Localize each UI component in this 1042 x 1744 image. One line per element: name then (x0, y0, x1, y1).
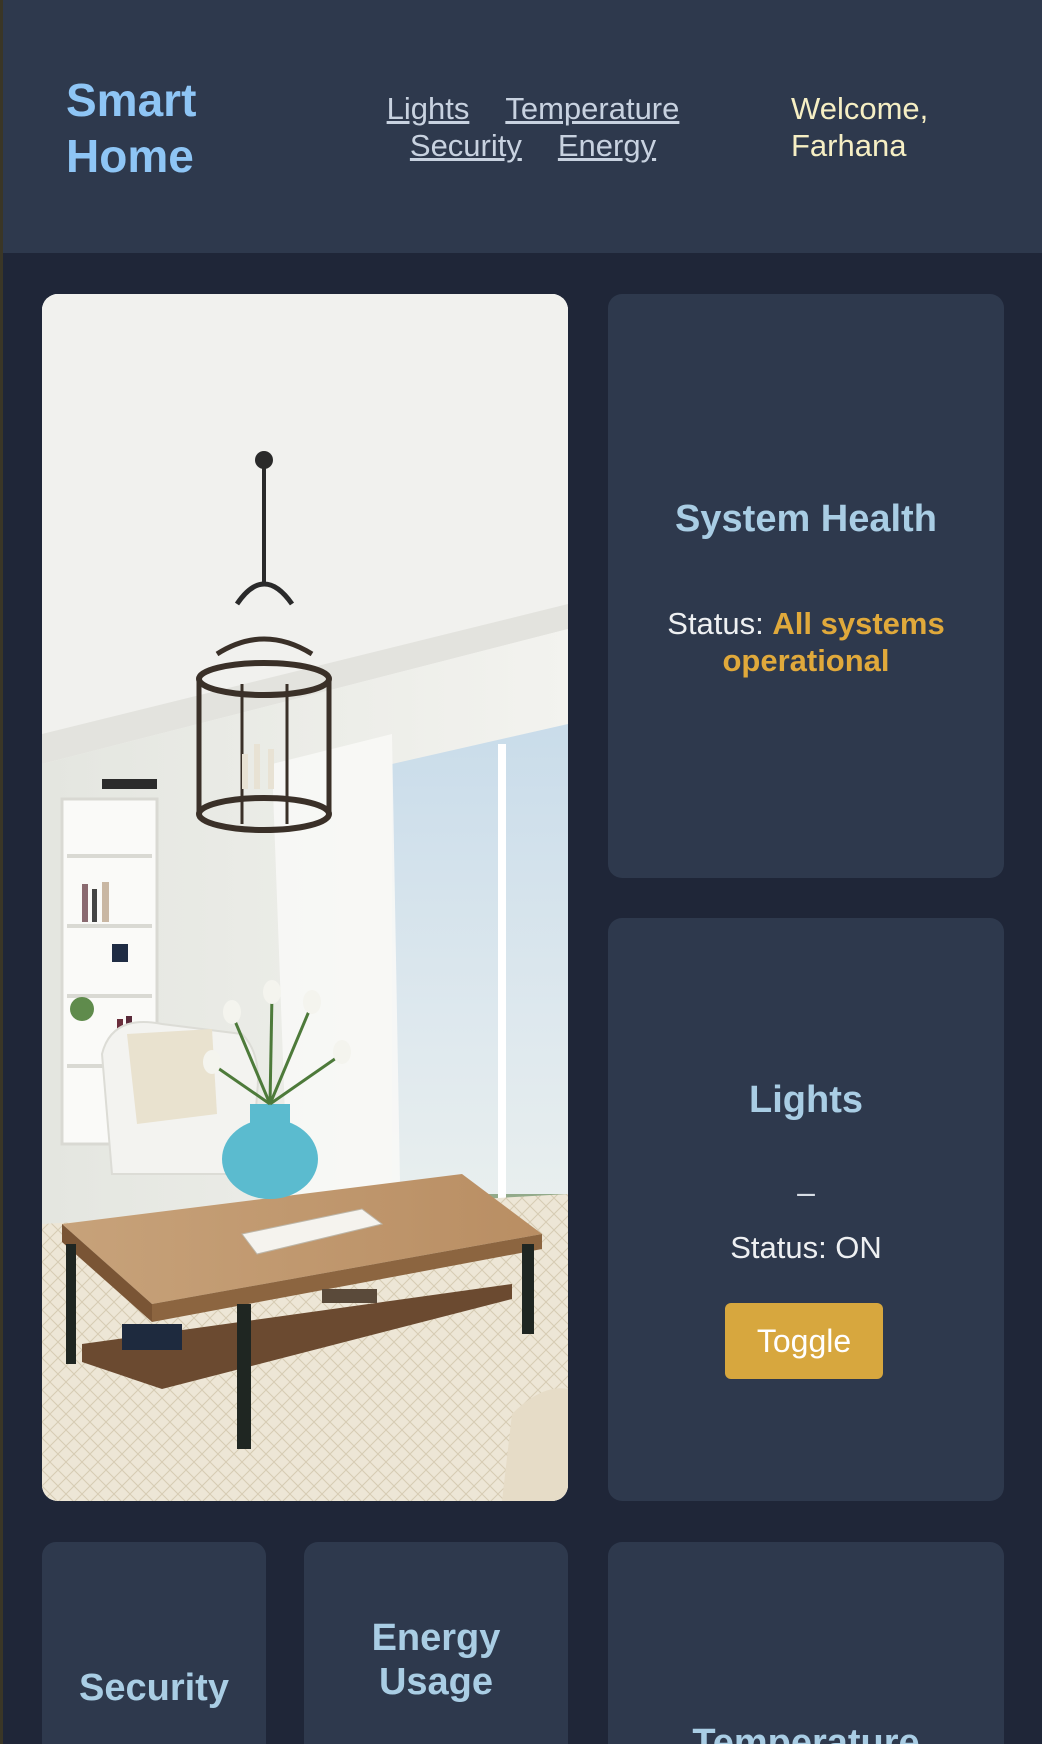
temperature-title: Temperature (692, 1722, 920, 1744)
lights-title: Lights (749, 1079, 863, 1121)
security-title: Security (79, 1667, 229, 1709)
site-logo[interactable]: Smart Home (66, 72, 266, 184)
nav-link-lights[interactable]: Lights (387, 90, 470, 127)
living-room-illustration (42, 294, 568, 1501)
energy-usage-title: Energy Usage (371, 1617, 501, 1703)
nav-link-security[interactable]: Security (410, 127, 522, 164)
lights-card: Lights – Status: ON Toggle (608, 918, 1004, 1501)
system-health-title: System Health (675, 498, 937, 540)
site-header: Smart Home Lights Temperature Security Ene… (3, 0, 1042, 253)
lights-divider-dash: – (797, 1174, 815, 1210)
page-viewport: Smart Home Lights Temperature Security Ene… (3, 0, 1042, 1744)
main-nav: Lights Temperature Security Energy (348, 90, 718, 164)
nav-link-temperature[interactable]: Temperature (505, 90, 679, 127)
living-room-photo (42, 294, 568, 1501)
nav-link-energy[interactable]: Energy (558, 127, 656, 164)
temperature-card: Temperature (608, 1542, 1004, 1744)
security-card: Security (42, 1542, 266, 1744)
system-health-status-label: Status: (667, 606, 764, 641)
system-health-card: System Health Status: All systems operat… (608, 294, 1004, 878)
energy-usage-card: Energy Usage (304, 1542, 568, 1744)
welcome-message: Welcome, Farhana (791, 91, 929, 163)
lights-toggle-button[interactable]: Toggle (725, 1303, 883, 1379)
app-window: Smart Home Lights Temperature Security Ene… (0, 0, 1042, 1744)
system-health-status: Status: All systems operational (638, 605, 974, 679)
lights-status: Status: ON (730, 1230, 882, 1265)
